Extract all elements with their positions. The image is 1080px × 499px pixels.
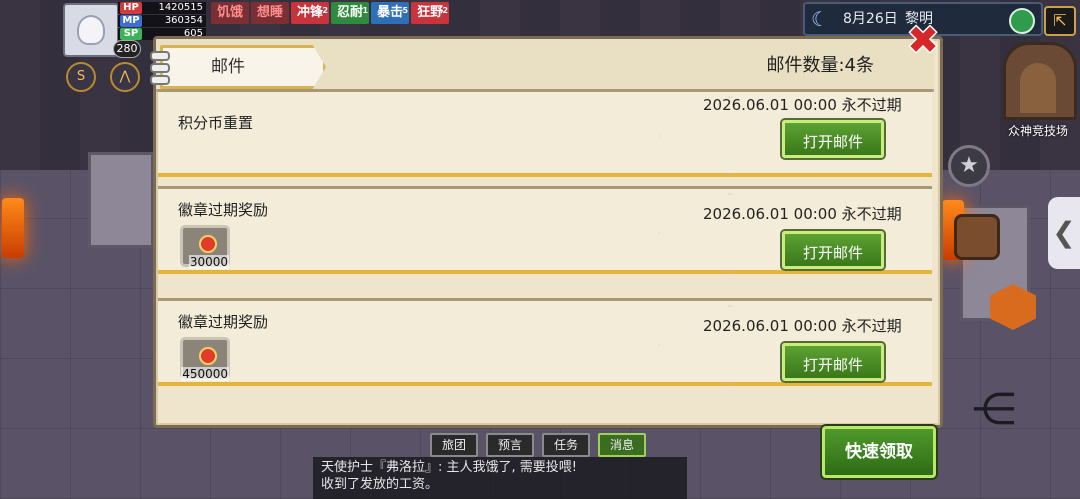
buff-label: 想睡 [257,5,284,20]
chat-line: 天使护士『弗洛拉』: 主人我饿了, 需要投喂! [321,460,577,475]
binder-ring-icon [150,75,170,85]
reward-item-slot[interactable]: 30000 [180,225,230,269]
chat-tab-messages[interactable]: 消息 [598,433,647,457]
moon-icon: ☾ [811,7,829,31]
mail-panel: 邮件 邮件数量:4条 积分币重置 2026.06.01 00:00 永不过期 打… [150,36,943,428]
chat-tab-prophecy[interactable]: 预言 [486,433,535,457]
buff-badge: 暴击 5 [371,2,410,24]
buff-label: 饥饿 [217,5,244,20]
badge-gem-icon [199,235,217,253]
arena-door-icon[interactable] [1003,42,1077,120]
stone-pillar [88,152,154,248]
mail-list[interactable]: 积分币重置 2026.06.01 00:00 永不过期 打开邮件 徽章过期奖励 … [156,89,934,419]
mail-item-title: 徽章过期奖励 [178,313,269,331]
rank-icon[interactable]: ⋀ [110,62,140,92]
mp-label: MP [120,15,142,27]
mail-title: 邮件 [211,57,245,77]
quick-collect-button[interactable]: 快速领取 [822,426,936,478]
date-text: 8月26日 [843,11,898,27]
hp-bar: HP 1420515 [118,2,206,14]
chat-log[interactable]: 天使护士『弗洛拉』: 主人我饿了, 需要投喂! 收到了发放的工资。 [313,457,687,499]
buff-label: 冲锋 [297,5,324,20]
badge-gem-icon [199,347,217,365]
buff-badge: 想睡 [251,2,290,24]
chat-tab-guild[interactable]: 旅团 [430,433,479,457]
buff-badge: 冲锋 2 [291,2,330,24]
binder-ring-icon [150,63,170,73]
hp-label: HP [120,2,142,14]
mail-item: 徽章过期奖励 2026.06.01 00:00 永不过期 30000 打开邮件 [158,186,932,274]
backpack-icon[interactable] [954,214,1000,260]
buff-badge: 饥饿 [211,2,250,24]
buff-label: 忍耐 [337,5,364,20]
mp-value: 360354 [164,15,203,26]
sp-label: SP [120,28,142,40]
open-mail-button[interactable]: 打开邮件 [782,120,884,158]
chat-tab-quest[interactable]: 任务 [542,433,591,457]
side-panel-toggle[interactable]: ❮ [1048,197,1080,269]
star-icon[interactable]: ★ [948,145,990,187]
mail-item-date: 2026.06.01 00:00 永不过期 [703,205,902,223]
reward-quantity: 450000 [181,367,229,381]
arena-label: 众神竞技场 [1007,124,1068,138]
mail-title-tab: 邮件 [160,45,326,89]
chat-line: 收到了发放的工资。 [321,477,439,492]
open-mail-button[interactable]: 打开邮件 [782,231,884,269]
player-level: 280 [113,40,141,58]
mail-item-title: 徽章过期奖励 [178,201,269,219]
buff-label: 狂野 [417,5,444,20]
torch-icon [2,198,24,258]
skill-icon[interactable]: S [66,62,96,92]
hp-value: 1420515 [158,2,203,13]
network-icon[interactable] [1009,8,1035,34]
binder-ring-icon [150,51,170,61]
buff-badge: 狂野 2 [411,2,450,24]
buff-stack-count: 2 [322,6,329,15]
buff-stack-count: 2 [442,6,449,15]
buff-stack-count: 5 [402,6,409,15]
buff-badge: 忍耐 1 [331,2,370,24]
branch-icon[interactable]: ⋲ [972,388,1016,432]
chat-tabs: 旅团 预言 任务 消息 [430,433,647,457]
exit-button[interactable]: ⇱ [1044,6,1076,36]
reward-item-slot[interactable]: 450000 [180,337,230,381]
buff-label: 暴击 [377,5,404,20]
reward-quantity: 30000 [188,255,229,269]
mail-item-date: 2026.06.01 00:00 永不过期 [703,317,902,335]
close-icon[interactable]: ✖ [905,21,941,59]
mail-count: 邮件数量:4条 [766,55,874,76]
mail-header: 邮件 邮件数量:4条 [150,39,934,92]
mp-bar: MP 360354 [118,15,206,27]
mail-item-date: 2026.06.01 00:00 永不过期 [703,96,902,114]
status-buffs: 饥饿 想睡 冲锋 2 忍耐 1 暴击 5 狂野 2 [211,2,450,24]
open-mail-button[interactable]: 打开邮件 [782,343,884,381]
mail-item: 徽章过期奖励 2026.06.01 00:00 永不过期 450000 打开邮件 [158,298,932,386]
mail-item: 积分币重置 2026.06.01 00:00 永不过期 打开邮件 [158,89,932,177]
buff-stack-count: 1 [362,6,369,15]
player-avatar[interactable] [63,3,119,57]
mail-item-title: 积分币重置 [178,114,254,132]
